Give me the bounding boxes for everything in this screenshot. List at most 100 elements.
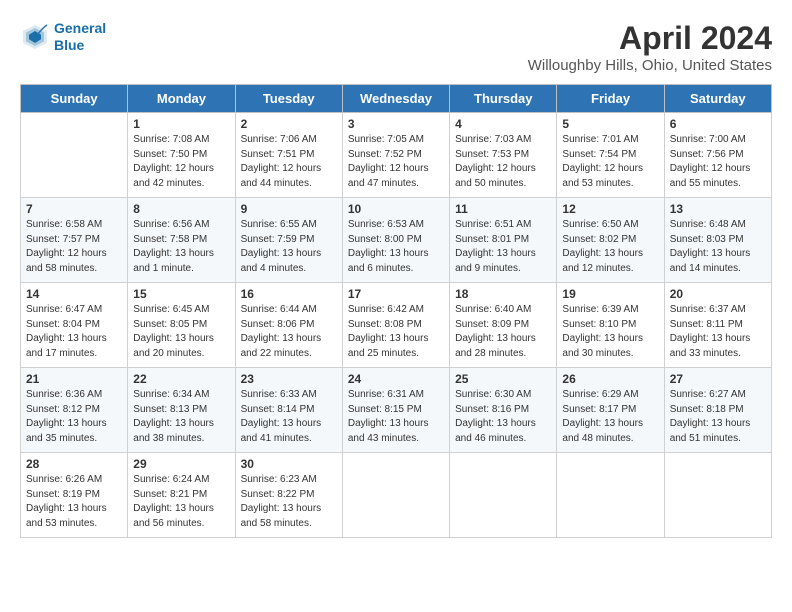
day-number: 19 (562, 287, 658, 301)
calendar-cell: 1Sunrise: 7:08 AM Sunset: 7:50 PM Daylig… (128, 113, 235, 198)
day-number: 25 (455, 372, 551, 386)
main-title: April 2024 (528, 20, 772, 57)
day-info: Sunrise: 6:36 AM Sunset: 8:12 PM Dayligh… (26, 388, 122, 446)
day-info: Sunrise: 6:44 AM Sunset: 8:06 PM Dayligh… (241, 303, 337, 361)
logo: General Blue (20, 20, 106, 54)
calendar-cell: 5 Sunrise: 7:01 AM Sunset: 7:54 PM Daylig… (557, 113, 664, 198)
day-number: 26 (562, 372, 658, 386)
day-number: 2 (241, 117, 337, 131)
day-info: Sunrise: 6:56 AM Sunset: 7:58 PM Dayligh… (133, 218, 229, 276)
logo-icon (20, 22, 50, 52)
calendar-cell: 15Sunrise: 6:45 AM Sunset: 8:05 PM Dayli… (128, 283, 235, 368)
calendar-cell (21, 113, 128, 198)
day-number: 13 (670, 202, 766, 216)
calendar-cell (664, 453, 771, 538)
logo-blue: Blue (54, 37, 106, 54)
calendar-cell: 27Sunrise: 6:27 AM Sunset: 8:18 PM Dayli… (664, 368, 771, 453)
calendar-cell: 30Sunrise: 6:23 AM Sunset: 8:22 PM Dayli… (235, 453, 342, 538)
calendar-cell: 4 Sunrise: 7:03 AM Sunset: 7:53 PM Daylig… (450, 113, 557, 198)
calendar-cell: 16 Sunrise: 6:44 AM Sunset: 8:06 PM Dayli… (235, 283, 342, 368)
day-number: 17 (348, 287, 444, 301)
calendar-table: SundayMondayTuesdayWednesdayThursdayFrid… (20, 84, 772, 538)
day-info: Sunrise: 6:48 AM Sunset: 8:03 PM Dayligh… (670, 218, 766, 276)
day-header-tuesday: Tuesday (235, 85, 342, 113)
day-info: Sunrise: 6:24 AM Sunset: 8:21 PM Dayligh… (133, 473, 229, 531)
calendar-cell: 23 Sunrise: 6:33 AM Sunset: 8:14 PM Dayli… (235, 368, 342, 453)
calendar-cell: 8 Sunrise: 6:56 AM Sunset: 7:58 PM Daylig… (128, 198, 235, 283)
day-header-monday: Monday (128, 85, 235, 113)
day-number: 8 (133, 202, 229, 216)
title-area: April 2024 Willoughby Hills, Ohio, Unite… (528, 20, 772, 74)
calendar-cell: 21 Sunrise: 6:36 AM Sunset: 8:12 PM Dayli… (21, 368, 128, 453)
day-number: 10 (348, 202, 444, 216)
day-info: Sunrise: 7:06 AM Sunset: 7:51 PM Dayligh… (241, 133, 337, 191)
day-number: 5 (562, 117, 658, 131)
calendar-cell: 19 Sunrise: 6:39 AM Sunset: 8:10 PM Dayli… (557, 283, 664, 368)
calendar-cell: 22 Sunrise: 6:34 AM Sunset: 8:13 PM Dayli… (128, 368, 235, 453)
day-info: Sunrise: 6:40 AM Sunset: 8:09 PM Dayligh… (455, 303, 551, 361)
calendar-cell: 7 Sunrise: 6:58 AM Sunset: 7:57 PM Daylig… (21, 198, 128, 283)
day-number: 22 (133, 372, 229, 386)
calendar-cell: 12 Sunrise: 6:50 AM Sunset: 8:02 PM Dayli… (557, 198, 664, 283)
calendar-cell: 20 Sunrise: 6:37 AM Sunset: 8:11 PM Dayli… (664, 283, 771, 368)
day-number: 21 (26, 372, 122, 386)
day-number: 29 (133, 457, 229, 471)
day-info: Sunrise: 6:33 AM Sunset: 8:14 PM Dayligh… (241, 388, 337, 446)
day-number: 7 (26, 202, 122, 216)
calendar-cell: 10 Sunrise: 6:53 AM Sunset: 8:00 PM Dayli… (342, 198, 449, 283)
logo-general: General (54, 20, 106, 36)
day-number: 4 (455, 117, 551, 131)
calendar-cell: 9Sunrise: 6:55 AM Sunset: 7:59 PM Daylig… (235, 198, 342, 283)
day-number: 15 (133, 287, 229, 301)
calendar-cell: 24Sunrise: 6:31 AM Sunset: 8:15 PM Dayli… (342, 368, 449, 453)
day-number: 27 (670, 372, 766, 386)
calendar-cell (450, 453, 557, 538)
calendar-week-row: 1Sunrise: 7:08 AM Sunset: 7:50 PM Daylig… (21, 113, 772, 198)
day-header-wednesday: Wednesday (342, 85, 449, 113)
calendar-cell: 2 Sunrise: 7:06 AM Sunset: 7:51 PM Daylig… (235, 113, 342, 198)
day-info: Sunrise: 6:58 AM Sunset: 7:57 PM Dayligh… (26, 218, 122, 276)
day-number: 6 (670, 117, 766, 131)
calendar-cell: 11 Sunrise: 6:51 AM Sunset: 8:01 PM Dayli… (450, 198, 557, 283)
day-info: Sunrise: 6:50 AM Sunset: 8:02 PM Dayligh… (562, 218, 658, 276)
day-info: Sunrise: 6:47 AM Sunset: 8:04 PM Dayligh… (26, 303, 122, 361)
day-info: Sunrise: 6:55 AM Sunset: 7:59 PM Dayligh… (241, 218, 337, 276)
day-info: Sunrise: 6:51 AM Sunset: 8:01 PM Dayligh… (455, 218, 551, 276)
day-info: Sunrise: 7:01 AM Sunset: 7:54 PM Dayligh… (562, 133, 658, 191)
day-number: 28 (26, 457, 122, 471)
day-number: 3 (348, 117, 444, 131)
calendar-cell: 17 Sunrise: 6:42 AM Sunset: 8:08 PM Dayli… (342, 283, 449, 368)
day-info: Sunrise: 6:42 AM Sunset: 8:08 PM Dayligh… (348, 303, 444, 361)
day-header-sunday: Sunday (21, 85, 128, 113)
calendar-week-row: 14Sunrise: 6:47 AM Sunset: 8:04 PM Dayli… (21, 283, 772, 368)
calendar-cell: 25Sunrise: 6:30 AM Sunset: 8:16 PM Dayli… (450, 368, 557, 453)
subtitle: Willoughby Hills, Ohio, United States (528, 57, 772, 74)
day-number: 23 (241, 372, 337, 386)
day-info: Sunrise: 6:53 AM Sunset: 8:00 PM Dayligh… (348, 218, 444, 276)
day-info: Sunrise: 6:26 AM Sunset: 8:19 PM Dayligh… (26, 473, 122, 531)
calendar-cell: 13 Sunrise: 6:48 AM Sunset: 8:03 PM Dayli… (664, 198, 771, 283)
calendar-cell: 14Sunrise: 6:47 AM Sunset: 8:04 PM Dayli… (21, 283, 128, 368)
day-info: Sunrise: 6:39 AM Sunset: 8:10 PM Dayligh… (562, 303, 658, 361)
calendar-cell: 6 Sunrise: 7:00 AM Sunset: 7:56 PM Daylig… (664, 113, 771, 198)
calendar-cell: 18 Sunrise: 6:40 AM Sunset: 8:09 PM Dayli… (450, 283, 557, 368)
day-number: 20 (670, 287, 766, 301)
calendar-cell (342, 453, 449, 538)
calendar-cell: 3Sunrise: 7:05 AM Sunset: 7:52 PM Daylig… (342, 113, 449, 198)
day-info: Sunrise: 6:34 AM Sunset: 8:13 PM Dayligh… (133, 388, 229, 446)
calendar-cell: 26 Sunrise: 6:29 AM Sunset: 8:17 PM Dayli… (557, 368, 664, 453)
day-number: 16 (241, 287, 337, 301)
day-info: Sunrise: 6:37 AM Sunset: 8:11 PM Dayligh… (670, 303, 766, 361)
day-info: Sunrise: 6:29 AM Sunset: 8:17 PM Dayligh… (562, 388, 658, 446)
day-number: 11 (455, 202, 551, 216)
calendar-week-row: 28 Sunrise: 6:26 AM Sunset: 8:19 PM Dayli… (21, 453, 772, 538)
calendar-cell: 29 Sunrise: 6:24 AM Sunset: 8:21 PM Dayli… (128, 453, 235, 538)
day-header-thursday: Thursday (450, 85, 557, 113)
day-number: 18 (455, 287, 551, 301)
day-number: 12 (562, 202, 658, 216)
day-info: Sunrise: 6:23 AM Sunset: 8:22 PM Dayligh… (241, 473, 337, 531)
day-info: Sunrise: 7:03 AM Sunset: 7:53 PM Dayligh… (455, 133, 551, 191)
day-info: Sunrise: 7:00 AM Sunset: 7:56 PM Dayligh… (670, 133, 766, 191)
day-header-saturday: Saturday (664, 85, 771, 113)
calendar-week-row: 7 Sunrise: 6:58 AM Sunset: 7:57 PM Daylig… (21, 198, 772, 283)
